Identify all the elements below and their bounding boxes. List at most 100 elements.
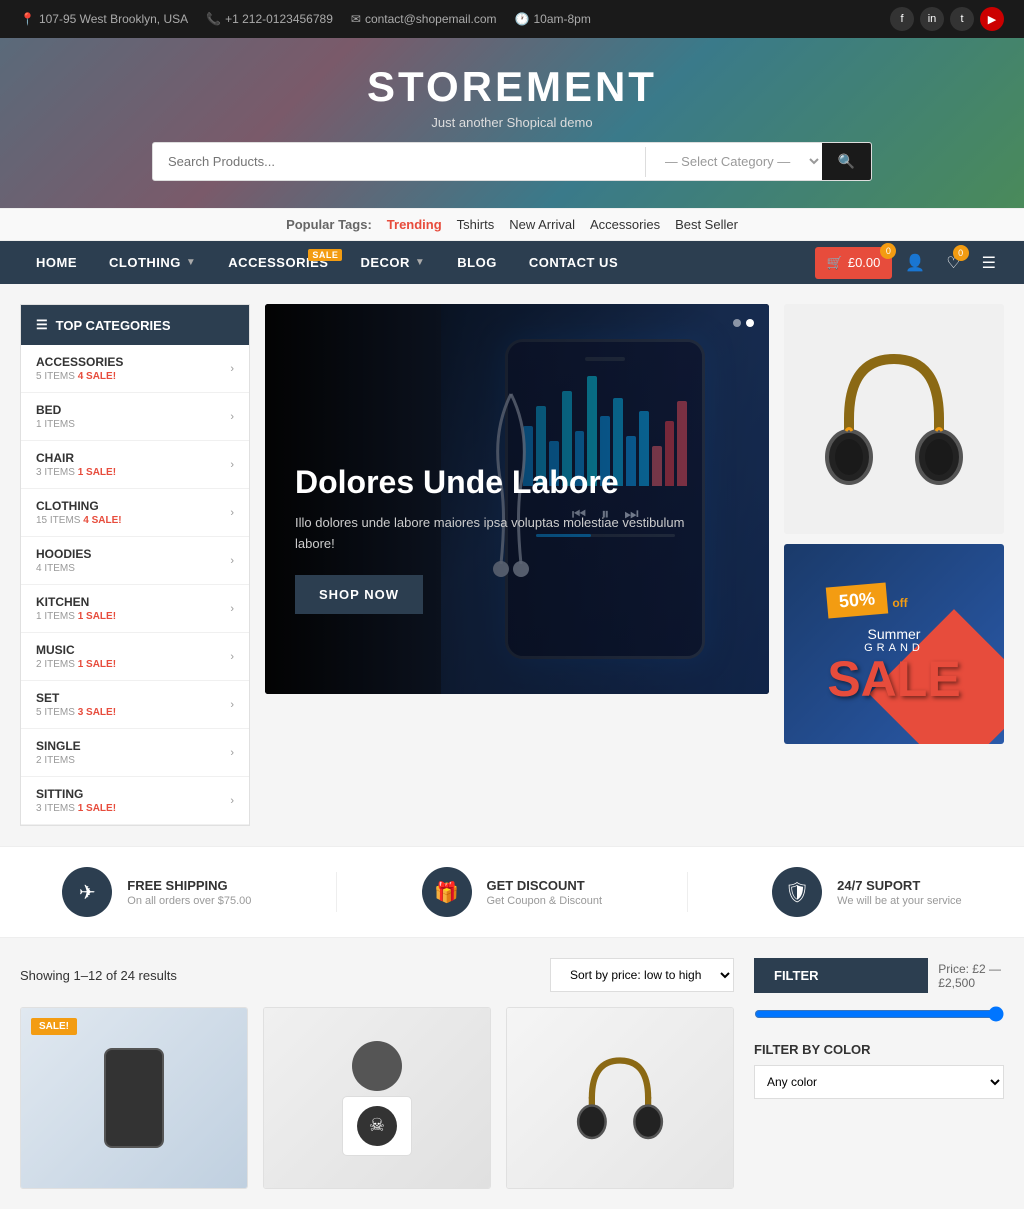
top-bar-info: 📍 107-95 West Brooklyn, USA 📞 +1 212-012… bbox=[20, 12, 591, 26]
tag-new-arrival[interactable]: New Arrival bbox=[509, 217, 575, 232]
tag-accessories[interactable]: Accessories bbox=[590, 217, 660, 232]
support-text: 24/7 SUPORT We will be at your service bbox=[837, 878, 962, 907]
support-icon: 🛡 bbox=[772, 867, 822, 917]
site-subtitle: Just another Shopical demo bbox=[20, 115, 1004, 130]
features-bar: ✈ FREE SHIPPING On all orders over $75.0… bbox=[0, 846, 1024, 938]
filter-by-color: FILTER BY COLOR Any color Red Blue Black… bbox=[754, 1042, 1004, 1099]
sidebar-category-item[interactable]: BED 1 ITEMS › bbox=[21, 393, 249, 441]
color-filter-title: FILTER BY COLOR bbox=[754, 1042, 1004, 1057]
results-text: Showing 1–12 of 24 results bbox=[20, 968, 177, 983]
cart-total: £0.00 bbox=[848, 255, 881, 270]
product-img-2: ☠ bbox=[264, 1008, 490, 1188]
sale-badge: SALE bbox=[308, 249, 342, 261]
top-bar: 📍 107-95 West Brooklyn, USA 📞 +1 212-012… bbox=[0, 0, 1024, 38]
right-banners: 50% off Summer GRAND SALE bbox=[784, 304, 1004, 826]
site-title: STOREMENT bbox=[20, 63, 1004, 111]
sidebar-category-item[interactable]: HOODIES 4 ITEMS › bbox=[21, 537, 249, 585]
user-icon-button[interactable]: 👤 bbox=[897, 245, 933, 281]
nav-accessories[interactable]: ACCESSORIES SALE bbox=[212, 241, 344, 284]
discount-text: GET DISCOUNT Get Coupon & Discount bbox=[487, 878, 603, 907]
search-input[interactable] bbox=[153, 144, 645, 179]
tag-trending[interactable]: Trending bbox=[387, 217, 442, 232]
discount-title: GET DISCOUNT bbox=[487, 878, 603, 893]
sidebar-category-item[interactable]: CHAIR 3 ITEMS 1 SALE! › bbox=[21, 441, 249, 489]
headphones-banner[interactable] bbox=[784, 304, 1004, 534]
popular-tags-label: Popular Tags: bbox=[286, 217, 372, 232]
email-icon: ✉ bbox=[351, 12, 361, 26]
discount-icon: 🎁 bbox=[422, 867, 472, 917]
nav-home[interactable]: HOME bbox=[20, 241, 93, 284]
tag-best-seller[interactable]: Best Seller bbox=[675, 217, 738, 232]
tag-tshirts[interactable]: Tshirts bbox=[457, 217, 495, 232]
product-card-2[interactable]: ☠ bbox=[263, 1007, 491, 1189]
support-desc: We will be at your service bbox=[837, 895, 962, 907]
product-img-3 bbox=[507, 1008, 733, 1188]
hero-section: ⏮⏸⏭ bbox=[265, 304, 769, 826]
wish-count: 0 bbox=[953, 245, 969, 261]
sale-content: 50% off Summer GRAND SALE bbox=[827, 585, 960, 704]
shipping-text: FREE SHIPPING On all orders over $75.00 bbox=[127, 878, 251, 907]
category-select[interactable]: — Select Category — Accessories Clothing… bbox=[646, 143, 822, 180]
product-img-1: SALE! bbox=[21, 1008, 247, 1188]
nav-decor[interactable]: DECOR ▼ bbox=[344, 241, 441, 284]
cart-count: 0 bbox=[880, 243, 896, 259]
sort-select[interactable]: Sort by price: low to high Sort by price… bbox=[550, 958, 734, 992]
product-card-1[interactable]: SALE! bbox=[20, 1007, 248, 1189]
sale-banner[interactable]: 50% off Summer GRAND SALE bbox=[784, 544, 1004, 744]
hours-info: 🕐 10am-8pm bbox=[515, 12, 591, 26]
feature-divider-1 bbox=[336, 872, 337, 912]
twitter-icon[interactable]: t bbox=[950, 7, 974, 31]
sidebar-category-item[interactable]: ACCESSORIES 5 ITEMS 4 SALE! › bbox=[21, 345, 249, 393]
shop-now-button[interactable]: SHOP NOW bbox=[295, 575, 423, 614]
categories-list: ACCESSORIES 5 ITEMS 4 SALE! › BED 1 ITEM… bbox=[21, 345, 249, 825]
sidebar-category-item[interactable]: SINGLE 2 ITEMS › bbox=[21, 729, 249, 777]
support-title: 24/7 SUPORT bbox=[837, 878, 962, 893]
sidebar-category-item[interactable]: SITTING 3 ITEMS 1 SALE! › bbox=[21, 777, 249, 825]
filter-button[interactable]: FILTER bbox=[754, 958, 928, 993]
email-info: ✉ contact@shopemail.com bbox=[351, 12, 497, 26]
phone-icon: 📞 bbox=[206, 12, 221, 26]
shipping-icon: ✈ bbox=[62, 867, 112, 917]
nav-icons: 🛒 £0.00 0 👤 ♡ 0 ☰ bbox=[815, 245, 1004, 281]
price-slider[interactable] bbox=[754, 1006, 1004, 1022]
hero-dot-1[interactable] bbox=[733, 319, 741, 327]
headphones-visual bbox=[814, 339, 974, 499]
shipping-desc: On all orders over $75.00 bbox=[127, 895, 251, 907]
sidebar-category-item[interactable]: KITCHEN 1 ITEMS 1 SALE! › bbox=[21, 585, 249, 633]
main-content: ☰ TOP CATEGORIES ACCESSORIES 5 ITEMS 4 S… bbox=[0, 284, 1024, 846]
instagram-icon[interactable]: in bbox=[920, 7, 944, 31]
discount-desc: Get Coupon & Discount bbox=[487, 895, 603, 907]
content-wrapper: Showing 1–12 of 24 results Sort by price… bbox=[0, 938, 1024, 1209]
nav-links: HOME CLOTHING ▼ ACCESSORIES SALE DECOR ▼… bbox=[20, 241, 634, 284]
main-navigation: HOME CLOTHING ▼ ACCESSORIES SALE DECOR ▼… bbox=[0, 241, 1024, 284]
youtube-icon[interactable]: ▶ bbox=[980, 7, 1004, 31]
nav-blog[interactable]: BLOG bbox=[441, 241, 513, 284]
site-header: STOREMENT Just another Shopical demo — S… bbox=[0, 38, 1024, 208]
sidebar-category-item[interactable]: CLOTHING 15 ITEMS 4 SALE! › bbox=[21, 489, 249, 537]
hero-description: Illo dolores unde labore maiores ipsa vo… bbox=[295, 513, 695, 555]
feature-discount: 🎁 GET DISCOUNT Get Coupon & Discount bbox=[422, 867, 603, 917]
shipping-title: FREE SHIPPING bbox=[127, 878, 251, 893]
sale-tag-1: SALE! bbox=[31, 1018, 77, 1035]
filter-sidebar: FILTER Price: £2 — £2,500 FILTER BY COLO… bbox=[754, 958, 1004, 1189]
nav-clothing[interactable]: CLOTHING ▼ bbox=[93, 241, 212, 284]
clock-icon: 🕐 bbox=[515, 12, 530, 26]
search-button[interactable]: 🔍 bbox=[822, 143, 871, 180]
price-range-text: Price: £2 — £2,500 bbox=[938, 962, 1004, 990]
feature-shipping: ✈ FREE SHIPPING On all orders over $75.0… bbox=[62, 867, 251, 917]
sidebar-category-item[interactable]: MUSIC 2 ITEMS 1 SALE! › bbox=[21, 633, 249, 681]
hero-text: Dolores Unde Labore Illo dolores unde la… bbox=[295, 464, 695, 614]
location-icon: 📍 bbox=[20, 12, 35, 26]
hero-dot-2[interactable] bbox=[746, 319, 754, 327]
hero-title: Dolores Unde Labore bbox=[295, 464, 695, 501]
color-select[interactable]: Any color Red Blue Black White bbox=[754, 1065, 1004, 1099]
facebook-icon[interactable]: f bbox=[890, 7, 914, 31]
product-card-3[interactable] bbox=[506, 1007, 734, 1189]
sidebar-category-item[interactable]: SET 5 ITEMS 3 SALE! › bbox=[21, 681, 249, 729]
sale-percent: 50% bbox=[826, 582, 889, 618]
menu-button[interactable]: ☰ bbox=[974, 245, 1004, 281]
sale-word: SALE bbox=[827, 654, 960, 704]
phone-info: 📞 +1 212-0123456789 bbox=[206, 12, 333, 26]
search-bar: — Select Category — Accessories Clothing… bbox=[152, 142, 872, 181]
nav-contact[interactable]: CONTACT US bbox=[513, 241, 634, 284]
